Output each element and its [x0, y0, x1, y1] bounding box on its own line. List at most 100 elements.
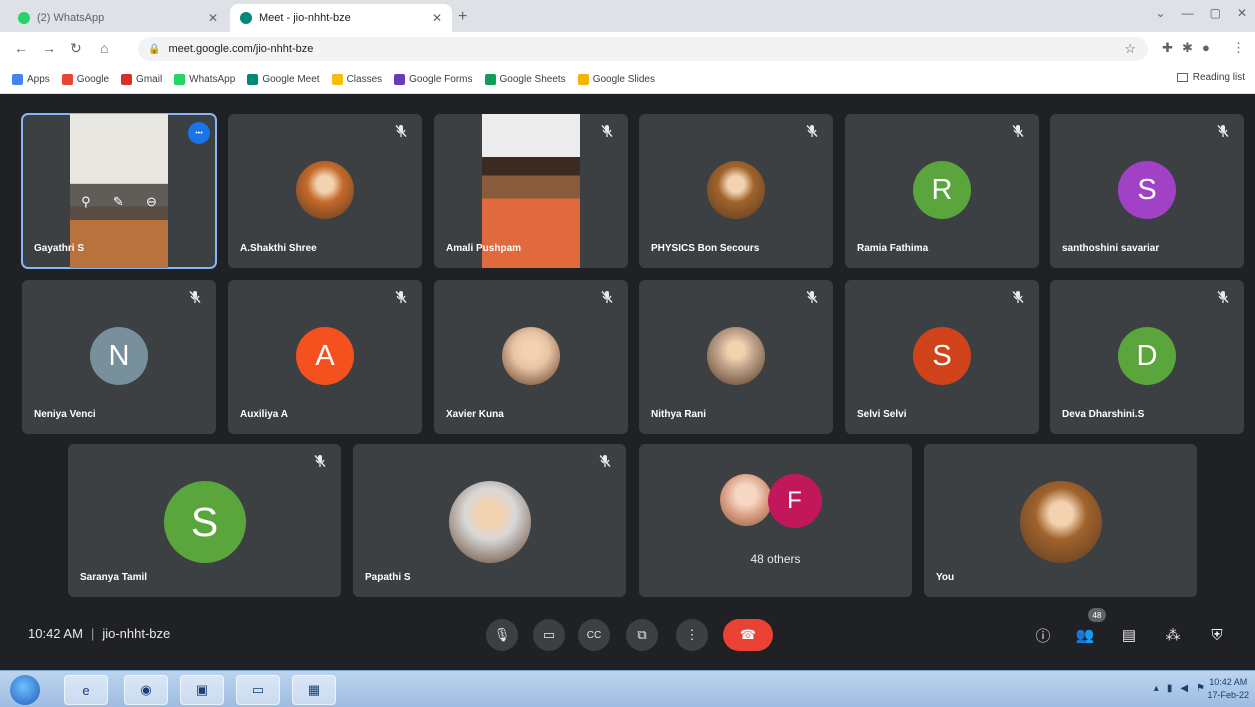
- lock-icon: 🔒: [148, 43, 161, 55]
- minimize-icon[interactable]: —: [1182, 6, 1194, 20]
- meeting-details-button[interactable]: ⓘ: [1032, 624, 1054, 646]
- bookmark-label: Google: [76, 74, 110, 85]
- puzzle-icon[interactable]: ✱: [1182, 40, 1193, 56]
- menu-icon[interactable]: ⋮: [1232, 40, 1245, 56]
- meeting-control-bar: 10:42 AM | jio-nhht-bze 🎙 ▭ CC ⧉ ⋮ ☎ ⓘ 4…: [0, 600, 1255, 670]
- remove-icon[interactable]: ⊖: [146, 194, 157, 210]
- reading-list-button[interactable]: Reading list: [1176, 72, 1245, 83]
- bookmark-item[interactable]: Google Meet: [247, 74, 320, 85]
- participant-tile[interactable]: Papathi S: [353, 444, 626, 597]
- info-icon: ⓘ: [1035, 627, 1051, 645]
- maximize-icon[interactable]: ▢: [1210, 6, 1221, 20]
- system-clock[interactable]: 10:42 AM 17-Feb-22: [1207, 676, 1249, 702]
- bookmark-item[interactable]: Google: [61, 74, 110, 85]
- activities-icon: ⁂: [1165, 627, 1181, 644]
- shield-icon: ⛨: [1211, 626, 1223, 644]
- participant-tile[interactable]: R Ramia Fathima: [845, 114, 1039, 268]
- participant-name: Amali Pushpam: [446, 243, 522, 254]
- bookmark-label: Classes: [346, 74, 383, 85]
- volume-icon[interactable]: ◀: [1180, 683, 1188, 694]
- camera-button[interactable]: ▭: [533, 619, 565, 651]
- participant-tile[interactable]: A Auxiliya A: [228, 280, 422, 434]
- address-bar[interactable]: 🔒 meet.google.com/jio-nhht-bze ☆: [138, 37, 1148, 61]
- meeting-time: 10:42 AM: [28, 626, 83, 641]
- tab-whatsapp[interactable]: (2) WhatsApp ✕: [8, 4, 228, 32]
- participant-tile[interactable]: Nithya Rani: [639, 280, 833, 434]
- profile-icon[interactable]: ●: [1202, 40, 1210, 55]
- mic-off-icon: [188, 290, 202, 304]
- mic-off-icon: [600, 124, 614, 138]
- others-tile[interactable]: F 48 others: [639, 444, 912, 597]
- participant-tile[interactable]: Amali Pushpam: [434, 114, 628, 268]
- start-button[interactable]: [10, 675, 40, 705]
- leave-call-button[interactable]: ☎: [723, 619, 773, 651]
- tray-arrow-icon[interactable]: ▴: [1154, 683, 1159, 694]
- reading-list-label: Reading list: [1192, 72, 1245, 83]
- activities-button[interactable]: ⁂: [1162, 624, 1184, 646]
- participant-tile[interactable]: A.Shakthi Shree: [228, 114, 422, 268]
- forward-arrow-icon[interactable]: →: [42, 40, 56, 56]
- participant-tile[interactable]: Ssanthoshini savariar: [1050, 114, 1244, 268]
- bookmark-item[interactable]: Apps: [12, 74, 50, 85]
- network-icon[interactable]: ▮: [1167, 683, 1173, 694]
- tab-meet[interactable]: Meet - jio-nhht-bze ✕: [230, 4, 452, 32]
- avatar-photo: [502, 327, 560, 385]
- participant-name: PHYSICS Bon Secours: [651, 243, 760, 254]
- mic-off-icon: [394, 290, 408, 304]
- avatar-initial: S: [913, 327, 971, 385]
- home-icon[interactable]: ⌂: [100, 40, 108, 56]
- microphone-button[interactable]: 🎙: [486, 619, 518, 651]
- file-explorer-icon[interactable]: ▭: [236, 675, 280, 705]
- tile-options-button[interactable]: •••: [188, 122, 210, 144]
- bookmark-label: Google Slides: [592, 74, 655, 85]
- participant-tile[interactable]: You: [924, 444, 1197, 597]
- participant-name: santhoshini savariar: [1062, 243, 1160, 254]
- tab-search-icon[interactable]: ⌄: [1156, 6, 1166, 20]
- avatar-initial: S: [1118, 161, 1176, 219]
- reload-icon[interactable]: ↻: [70, 40, 82, 57]
- mic-off-icon: [1216, 124, 1230, 138]
- participant-tile[interactable]: D Deva Dharshini.S: [1050, 280, 1244, 434]
- bookmark-item[interactable]: Google Slides: [577, 74, 655, 85]
- avatar-initial: N: [90, 327, 148, 385]
- avatar-initial: A: [296, 327, 354, 385]
- mute-participant-icon[interactable]: ✎: [113, 194, 124, 210]
- close-icon[interactable]: ✕: [208, 11, 218, 25]
- chrome-icon[interactable]: ◉: [124, 675, 168, 705]
- participant-tile[interactable]: PHYSICS Bon Secours: [639, 114, 833, 268]
- bookmark-item[interactable]: Classes: [331, 74, 383, 85]
- host-controls-button[interactable]: ⛨: [1206, 624, 1228, 646]
- chat-button[interactable]: ▤: [1118, 624, 1140, 646]
- mic-off-icon: [1011, 124, 1025, 138]
- participant-tile[interactable]: S Saranya Tamil: [68, 444, 341, 597]
- avatar-initial: R: [913, 161, 971, 219]
- bookmark-item[interactable]: Google Forms: [394, 74, 473, 85]
- close-icon[interactable]: ✕: [432, 11, 442, 25]
- powerpoint-icon[interactable]: ▣: [180, 675, 224, 705]
- bookmark-label: Google Meet: [262, 74, 320, 85]
- people-button[interactable]: 👥: [1074, 624, 1096, 646]
- window-close-icon[interactable]: ✕: [1237, 6, 1247, 20]
- avatar-photo: [296, 161, 354, 219]
- new-tab-button[interactable]: +: [458, 8, 467, 26]
- internet-explorer-icon[interactable]: e: [64, 675, 108, 705]
- back-arrow-icon[interactable]: ←: [14, 40, 28, 56]
- bookmark-star-icon[interactable]: ☆: [1124, 41, 1136, 57]
- participant-tile[interactable]: S Selvi Selvi: [845, 280, 1039, 434]
- more-options-button[interactable]: ⋮: [676, 619, 708, 651]
- participant-tile[interactable]: N Neniya Venci: [22, 280, 216, 434]
- flag-icon[interactable]: ⚑: [1196, 683, 1205, 694]
- bookmark-item[interactable]: WhatsApp: [174, 74, 235, 85]
- pin-icon[interactable]: ⚲: [81, 194, 91, 210]
- bookmark-favicon-icon: [577, 74, 589, 85]
- photos-icon[interactable]: ▦: [292, 675, 336, 705]
- avatar-initial: D: [1118, 327, 1176, 385]
- bookmark-item[interactable]: Gmail: [121, 74, 162, 85]
- bookmark-item[interactable]: Google Sheets: [484, 74, 566, 85]
- bookmark-favicon-icon: [121, 74, 133, 85]
- participant-tile[interactable]: Xavier Kuna: [434, 280, 628, 434]
- participant-tile[interactable]: ••• ⚲ ✎ ⊖ Gayathri S: [21, 113, 217, 269]
- extension-icon[interactable]: ✚: [1162, 40, 1173, 56]
- captions-button[interactable]: CC: [578, 619, 610, 651]
- present-button[interactable]: ⧉: [626, 619, 658, 651]
